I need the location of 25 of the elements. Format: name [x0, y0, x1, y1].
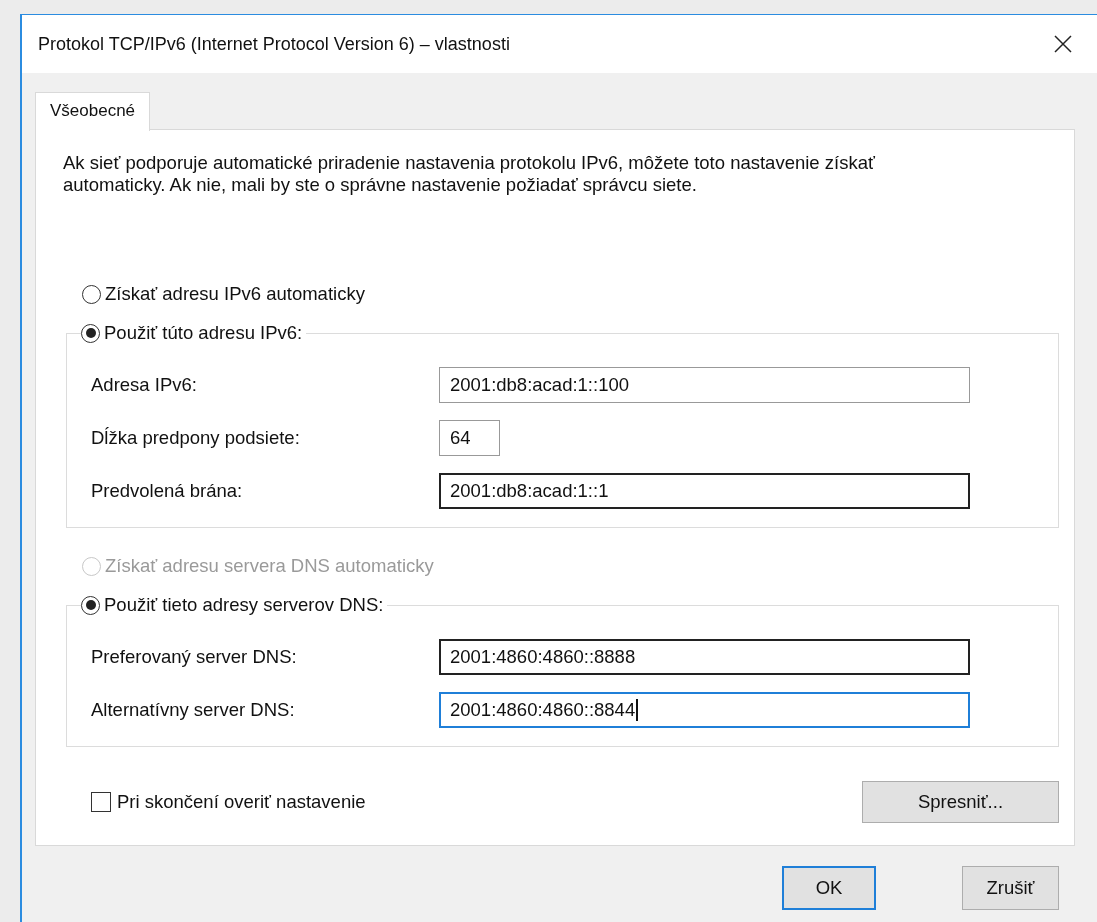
close-icon[interactable]	[1053, 34, 1073, 54]
radio-label[interactable]: Získať adresu IPv6 automaticky	[105, 283, 365, 305]
radio-label[interactable]: Použiť tieto adresy serverov DNS:	[104, 594, 384, 616]
input-field[interactable]: 64	[439, 419, 500, 456]
input-field[interactable]: 2001:db8:acad:1::100	[439, 366, 970, 403]
checkbox[interactable]	[91, 792, 111, 812]
input-field[interactable]: 2001:db8:acad:1::1	[439, 472, 970, 509]
dialog-button[interactable]: Zrušiť	[962, 866, 1059, 910]
field-label: Predvolená brána:	[91, 479, 244, 502]
window-title: Protokol TCP/IPv6 (Internet Protocol Version 6) – vlastnosti	[38, 33, 510, 55]
advanced-button[interactable]: Spresniť...	[862, 781, 1059, 823]
field-label: Dĺžka predpony podsiete:	[91, 426, 301, 449]
radio-button[interactable]	[82, 284, 101, 304]
checkbox-label[interactable]: Pri skončení overiť nastavenie	[117, 791, 366, 813]
radio-button[interactable]	[81, 323, 100, 343]
radio-button[interactable]	[81, 595, 100, 615]
field-label: Alternatívny server DNS:	[91, 698, 296, 721]
dialog-button[interactable]: OK	[782, 866, 876, 910]
input-field[interactable]: 2001:4860:4860::8888	[439, 638, 970, 675]
field-label: Adresa IPv6:	[91, 373, 198, 396]
radio-label[interactable]: Použiť túto adresu IPv6:	[104, 322, 303, 344]
description-text: Ak sieť podporuje automatické priradenie nastavenia protokolu IPv6, môžete toto nastavenie získať automaticky. Ak nie, mali by ste o správne nastavenie požiadať správcu siete.	[63, 152, 876, 196]
field-label: Preferovaný server DNS:	[91, 645, 298, 668]
input-field[interactable]: 2001:4860:4860::8844	[439, 691, 970, 728]
tab[interactable]: Všeobecné	[35, 92, 151, 131]
